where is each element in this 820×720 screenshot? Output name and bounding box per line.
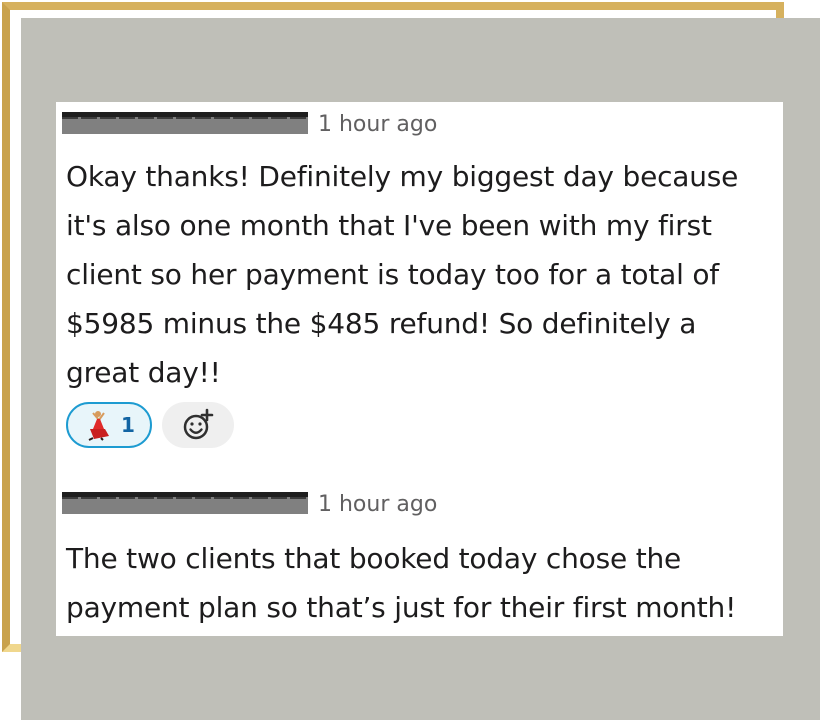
message-header: 1 hour ago xyxy=(62,102,771,152)
redacted-sender-name xyxy=(62,112,308,134)
message-item: 1 hour ago Okay thanks! Definitely my bi… xyxy=(62,102,771,450)
reaction-pill[interactable]: 1 xyxy=(66,402,152,448)
message-timestamp[interactable]: 1 hour ago xyxy=(318,492,437,517)
add-reaction-icon xyxy=(183,408,214,440)
redacted-sender-name xyxy=(62,492,308,514)
message-timestamp[interactable]: 1 hour ago xyxy=(318,112,437,137)
message-panel: 1 hour ago Okay thanks! Definitely my bi… xyxy=(56,102,783,636)
reaction-count: 1 xyxy=(121,413,135,437)
reaction-bar: 1 xyxy=(66,400,771,450)
message-item: 1 hour ago The two clients that booked t… xyxy=(62,482,771,632)
screenshot-canvas: 1 hour ago Okay thanks! Definitely my bi… xyxy=(0,0,820,720)
dancer-icon xyxy=(88,411,110,441)
message-text: Okay thanks! Definitely my biggest day b… xyxy=(66,160,739,389)
message-text: The two clients that booked today chose … xyxy=(66,542,737,624)
add-reaction-button[interactable] xyxy=(162,402,234,448)
message-header: 1 hour ago xyxy=(62,482,771,532)
